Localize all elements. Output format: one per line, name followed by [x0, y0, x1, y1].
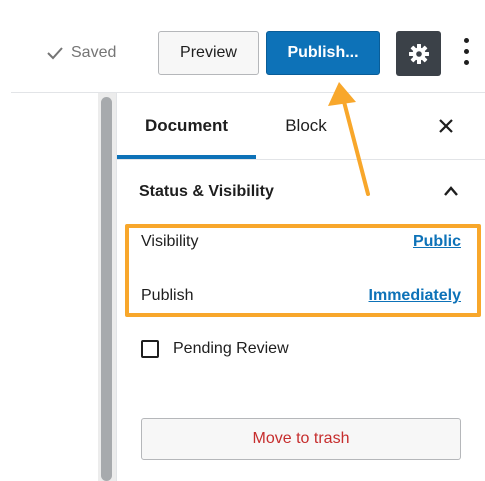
pending-review-checkbox[interactable] — [141, 340, 159, 358]
pending-review-control[interactable]: Pending Review — [141, 340, 289, 358]
tab-document[interactable]: Document — [117, 93, 256, 159]
saved-status: Saved — [47, 44, 116, 62]
preview-button[interactable]: Preview — [158, 31, 259, 75]
chevron-up-icon[interactable] — [443, 185, 459, 197]
frame-left — [0, 0, 11, 481]
panel-title: Status & Visibility — [139, 183, 274, 200]
settings-button[interactable] — [396, 31, 441, 76]
editor-toolbar: Saved Preview Publish... — [11, 16, 485, 93]
highlight-box — [125, 224, 481, 317]
saved-label: Saved — [71, 44, 117, 61]
more-vertical-icon[interactable] — [464, 38, 470, 70]
gear-icon — [408, 43, 429, 64]
sidebar-tabs: Document Block — [117, 93, 485, 160]
checkmark-icon — [47, 47, 63, 60]
frame-top — [0, 0, 485, 16]
move-to-trash-button[interactable]: Move to trash — [141, 418, 461, 460]
pending-review-label: Pending Review — [173, 340, 289, 357]
close-icon[interactable] — [435, 115, 457, 137]
status-visibility-panel-header[interactable]: Status & Visibility — [117, 160, 485, 224]
annotation-arrow-icon — [328, 82, 370, 196]
scrollbar-thumb[interactable] — [101, 97, 112, 481]
editor-canvas — [11, 93, 98, 481]
publish-button[interactable]: Publish... — [266, 31, 380, 75]
